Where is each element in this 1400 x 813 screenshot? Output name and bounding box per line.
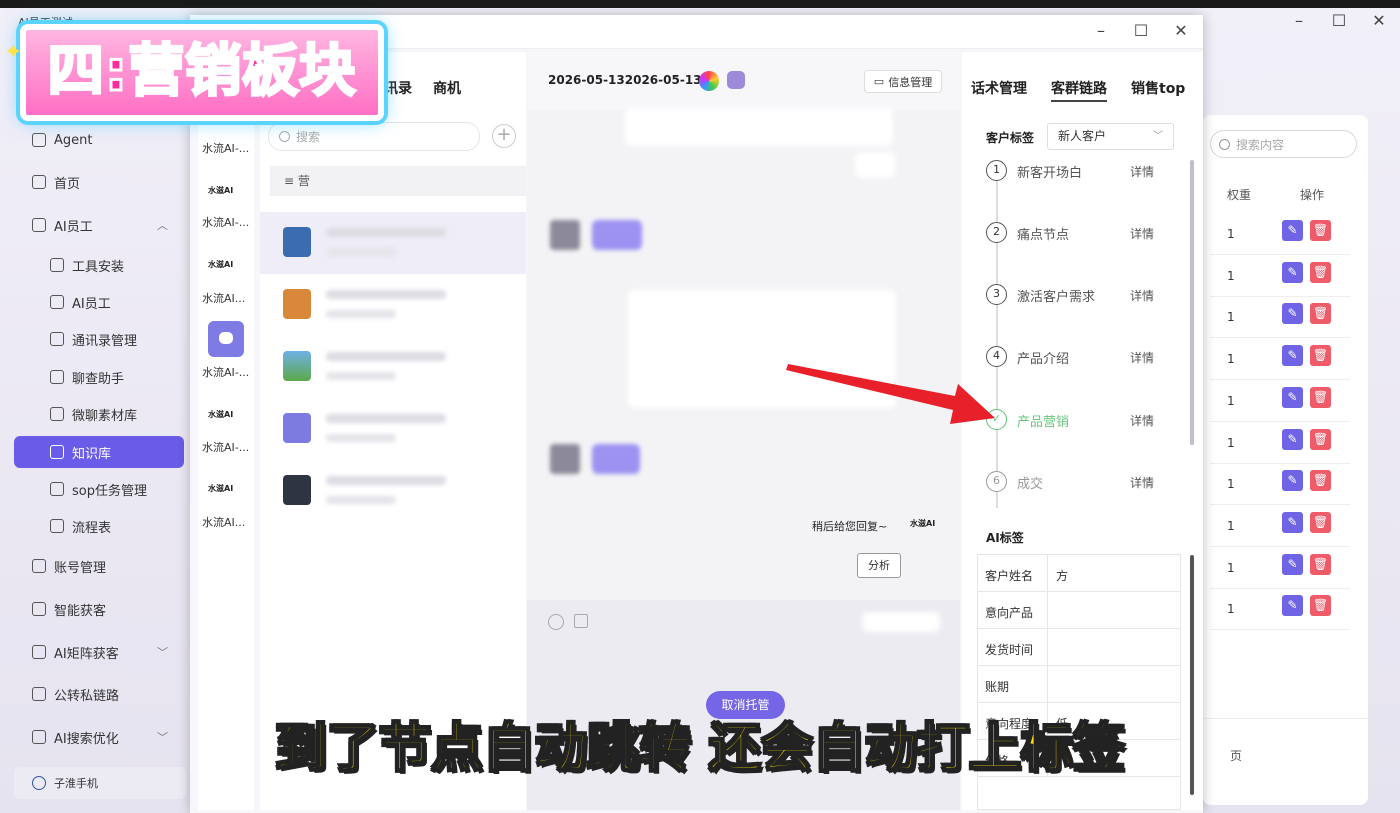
sparkle-icon: ✦ (4, 40, 23, 65)
annotation-arrow (786, 364, 995, 424)
video-subtitle: 到了节点自动跳转 还会自动打上标签 (274, 718, 1126, 780)
banner-text: 四:营销板块 (46, 38, 357, 106)
